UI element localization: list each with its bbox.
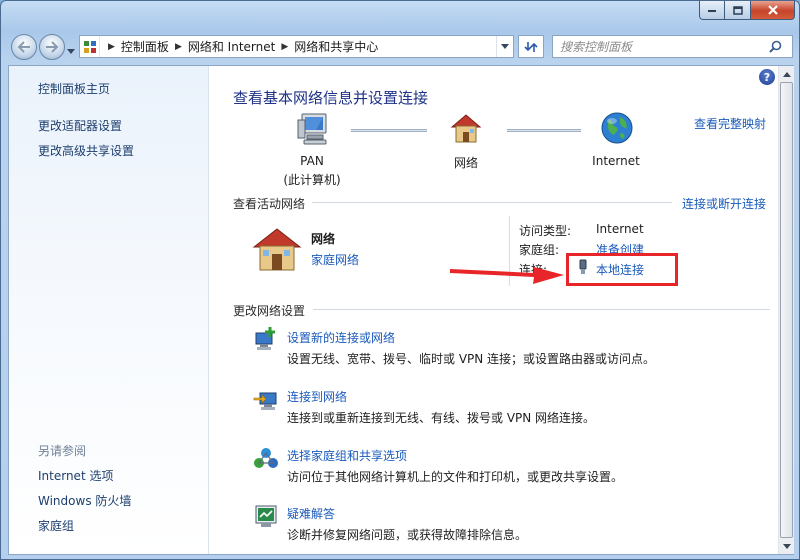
task-troubleshoot-link[interactable]: 疑难解答 [287,505,335,522]
close-button[interactable] [751,1,795,20]
sidebar-item-change-advanced-sharing[interactable]: 更改高级共享设置 [38,142,134,159]
map-node-label-internet: Internet [592,154,640,168]
search-input[interactable] [553,36,763,57]
map-link-line [507,129,581,132]
chevron-down-icon [501,44,509,49]
troubleshoot-icon [253,503,279,532]
breadcrumb: ▶ 控制面板 ▶ 网络和 Internet ▶ 网络和共享中心 [100,36,380,57]
navigation-bar: ▶ 控制面板 ▶ 网络和 Internet ▶ 网络和共享中心 [1,31,800,61]
map-node-label-network: 网络 [453,156,478,170]
breadcrumb-separator-icon[interactable]: ▶ [108,42,115,52]
sidebar: 控制面板主页 更改适配器设置 更改高级共享设置 另请参阅 Internet 选项… [9,66,209,554]
window: ▶ 控制面板 ▶ 网络和 Internet ▶ 网络和共享中心 控制面板主页 [0,0,800,560]
page-title: 查看基本网络信息并设置连接 [233,89,429,107]
scroll-up-button[interactable] [779,66,794,82]
forward-arrow-icon [46,41,59,53]
view-full-map-link[interactable]: 查看完整映射 [694,115,766,132]
help-icon[interactable]: ? [759,69,775,85]
sidebar-item-windows-firewall[interactable]: Windows 防火墙 [38,492,131,509]
see-also-heading: 另请参阅 [38,444,87,458]
back-button[interactable] [11,34,37,60]
connect-network-icon [253,386,279,415]
chevron-down-icon [782,543,791,549]
task-connect-network-link[interactable]: 连接到网络 [287,388,347,405]
network-type-link[interactable]: 家庭网络 [311,251,359,268]
recent-pages-dropdown[interactable] [67,43,75,57]
chevron-down-icon [67,49,75,54]
breadcrumb-network-sharing-center[interactable]: 网络和共享中心 [294,38,378,55]
network-name: 网络 [311,232,336,246]
homegroup-label: 家庭组: [519,243,560,257]
sidebar-item-control-panel-home[interactable]: 控制面板主页 [38,80,110,97]
client-area: 控制面板主页 更改适配器设置 更改高级共享设置 另请参阅 Internet 选项… [8,65,794,555]
active-networks-heading: 查看活动网络 [233,197,306,211]
task-connect-network-desc: 连接到或重新连接到无线、有线、拨号或 VPN 网络连接。 [287,411,596,425]
breadcrumb-control-panel[interactable]: 控制面板 [121,38,169,55]
vertical-scrollbar[interactable] [778,66,794,554]
breadcrumb-separator-icon[interactable]: ▶ [281,42,288,52]
map-node-label-pan: PAN [300,154,324,168]
scroll-down-button[interactable] [779,538,794,554]
access-type-value: Internet [596,222,644,236]
computer-icon [294,111,330,150]
section-divider [312,202,672,203]
breadcrumb-separator-icon[interactable]: ▶ [175,42,182,52]
caption-buttons [699,1,795,20]
refresh-icon [524,41,538,52]
scrollbar-thumb[interactable] [780,82,793,538]
search-icon[interactable] [763,40,787,53]
house-icon [448,111,484,148]
task-troubleshoot-desc: 诊断并修复网络问题，或获得故障排除信息。 [287,528,528,542]
maximize-button[interactable] [725,1,751,20]
change-settings-heading: 更改网络设置 [233,304,306,318]
globe-icon [600,111,634,148]
access-type-label: 访问类型: [519,224,572,238]
minimize-icon [708,10,716,12]
network-house-icon [251,225,303,276]
address-dropdown-button[interactable] [496,36,513,57]
section-divider [313,309,770,310]
search-box [552,35,793,58]
annotation-arrow [450,267,564,284]
sidebar-item-internet-options[interactable]: Internet 选项 [38,467,113,484]
task-homegroup-sharing-link[interactable]: 选择家庭组和共享选项 [287,447,407,464]
connect-disconnect-link[interactable]: 连接或断开连接 [682,195,766,212]
sidebar-item-change-adapter-settings[interactable]: 更改适配器设置 [38,117,122,134]
sidebar-item-homegroup[interactable]: 家庭组 [38,517,74,534]
task-homegroup-sharing-desc: 访问位于其他网络计算机上的文件和打印机，或更改共享设置。 [287,470,624,484]
main-pane: ? 查看基本网络信息并设置连接 PAN (此计算机) 网络 Internet 查… [210,66,778,554]
close-icon [767,5,778,15]
chevron-up-icon [782,71,791,77]
highlight-box [566,253,678,286]
breadcrumb-network-internet[interactable]: 网络和 Internet [188,38,275,55]
control-panel-icon [80,36,100,57]
refresh-button[interactable] [518,35,544,58]
minimize-button[interactable] [699,1,725,20]
forward-button[interactable] [39,34,65,60]
task-setup-new-connection-link[interactable]: 设置新的连接或网络 [287,329,395,346]
back-arrow-icon [17,41,30,53]
address-bar[interactable]: ▶ 控制面板 ▶ 网络和 Internet ▶ 网络和共享中心 [79,35,514,58]
task-setup-new-connection-desc: 设置无线、宽带、拨号、临时或 VPN 连接；或设置路由器或访问点。 [287,352,656,366]
new-connection-icon [253,326,279,355]
map-node-sublabel-pan: (此计算机) [283,173,341,187]
map-link-line [351,129,427,132]
homegroup-sharing-icon [253,445,279,474]
maximize-icon [732,5,743,15]
